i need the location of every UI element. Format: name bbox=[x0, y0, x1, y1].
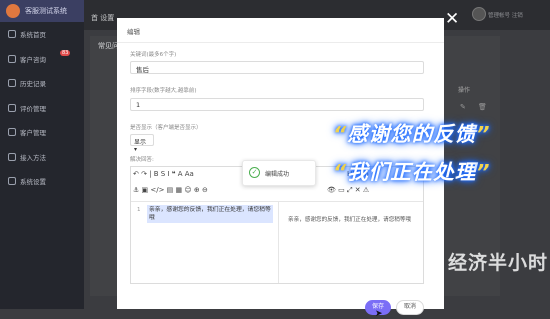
toast-message: 编辑成功 bbox=[265, 171, 290, 178]
sidebar: 客服测试系统 系统首页 客户咨询 83 历史记录 评价管理 客户管理 接入方法 系… bbox=[0, 0, 84, 309]
editor-toolbar-row2[interactable]: ⚓ ▣ </> ▤ ▦ ☺ ⊕ ⊖ bbox=[133, 186, 208, 194]
sort-label: 排序字段(数字越大,越靠前) bbox=[130, 88, 197, 94]
show-select[interactable]: 显示 ▾ bbox=[130, 134, 154, 153]
keyword-input[interactable]: 售后 bbox=[130, 61, 424, 74]
caption-line-1: “感谢您的反馈” bbox=[333, 122, 491, 146]
view-buttons[interactable]: 👁 ▭ ⤢ ✕ ⚠ bbox=[327, 186, 369, 195]
sidebar-item-settings[interactable]: 系统设置 bbox=[0, 169, 84, 194]
unread-badge: 83 bbox=[60, 49, 71, 56]
sidebar-item-reviews[interactable]: 评价管理 bbox=[0, 96, 84, 121]
cancel-button[interactable]: 取消 bbox=[396, 300, 424, 315]
breadcrumb: 首 设置 bbox=[91, 14, 115, 22]
editor-toolbar-row1[interactable]: ↶ ↷ | B S I ❝ A Aa bbox=[133, 170, 194, 178]
history-icon bbox=[8, 79, 16, 88]
sidebar-item-integration[interactable]: 接入方法 bbox=[0, 145, 84, 170]
user-menu[interactable]: 管理帐号 注销 bbox=[488, 11, 523, 19]
mouse-cursor-icon: ➤ bbox=[375, 309, 383, 319]
edit-icon[interactable]: ✎ bbox=[460, 103, 466, 111]
preview-text: 亲亲，感谢您的反馈，我们正在处理，请您稍等哦 bbox=[288, 217, 412, 223]
sort-input[interactable]: 1 bbox=[130, 98, 424, 111]
sidebar-item-label: 接入方法 bbox=[20, 153, 46, 162]
app-logo bbox=[6, 4, 20, 18]
caption-line-2: “我们正在处理” bbox=[333, 160, 491, 184]
source-text[interactable]: 亲亲，感谢您的反馈，我们正在处理，请您稍等哦 bbox=[147, 205, 273, 223]
dialog-title: 编辑 bbox=[127, 28, 140, 36]
success-toast: ✓ 编辑成功 bbox=[242, 160, 316, 186]
delete-icon[interactable]: 🗑 bbox=[478, 103, 487, 111]
star-icon bbox=[8, 103, 16, 112]
line-number: 1 bbox=[137, 207, 141, 213]
show-label: 是否显示（客户端是否显示） bbox=[130, 125, 202, 131]
sidebar-item-label: 客户咨询 bbox=[20, 55, 46, 64]
avatar[interactable] bbox=[472, 7, 486, 21]
gear-icon bbox=[8, 177, 16, 186]
home-icon bbox=[8, 30, 16, 39]
check-circle-icon: ✓ bbox=[249, 167, 260, 178]
sidebar-header: 客服测试系统 bbox=[0, 0, 84, 22]
divider bbox=[117, 42, 444, 43]
sidebar-item-customers[interactable]: 客户管理 bbox=[0, 120, 84, 145]
sidebar-item-home[interactable]: 系统首页 bbox=[0, 22, 84, 47]
sidebar-item-label: 历史记录 bbox=[20, 80, 46, 89]
sidebar-item-label: 客户管理 bbox=[20, 129, 46, 138]
sidebar-item-label: 系统设置 bbox=[20, 178, 46, 187]
keyword-label: 关键词(最多6个字) bbox=[130, 52, 177, 58]
sidebar-item-label: 系统首页 bbox=[20, 31, 46, 40]
sidebar-item-consult[interactable]: 客户咨询 83 bbox=[0, 47, 84, 72]
toolbar-divider bbox=[131, 201, 423, 202]
answer-label: 解决回答: bbox=[130, 157, 154, 163]
plug-icon bbox=[8, 152, 16, 161]
column-header-actions: 操作 bbox=[458, 87, 471, 94]
chat-icon bbox=[8, 54, 16, 63]
background-panel-title: 常见问 bbox=[98, 42, 119, 50]
watermark: 经济半小时 bbox=[448, 252, 549, 274]
user-icon bbox=[8, 128, 16, 137]
pane-divider bbox=[278, 201, 279, 283]
sidebar-item-label: 评价管理 bbox=[20, 104, 46, 113]
sidebar-item-history[interactable]: 历史记录 bbox=[0, 71, 84, 96]
app-title: 客服测试系统 bbox=[25, 7, 67, 15]
close-icon[interactable]: ✕ bbox=[445, 11, 459, 28]
